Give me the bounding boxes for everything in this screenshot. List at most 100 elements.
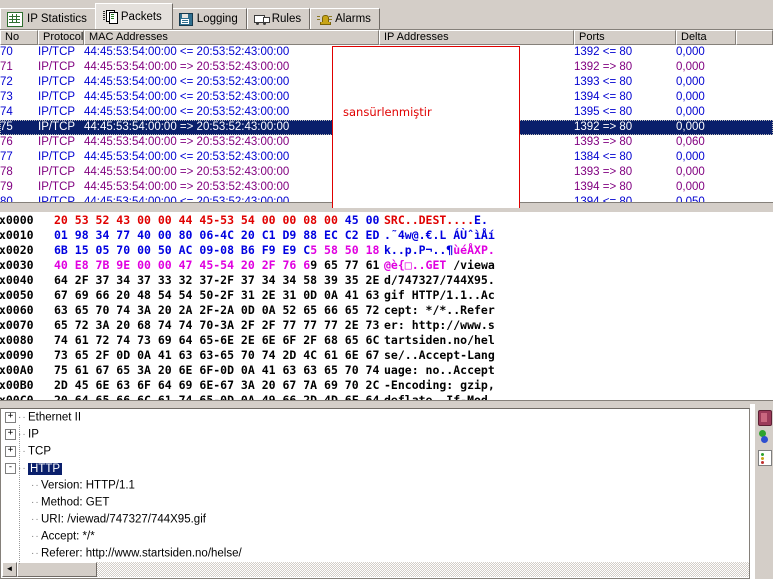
tree-node[interactable]: ··Referer: http://www.startsiden.no/hels… bbox=[1, 545, 749, 562]
hex-offset: 0x0030 bbox=[0, 258, 34, 272]
tree-connector-icon: ·· bbox=[31, 514, 40, 525]
packet-ports: 1395 <= 80 bbox=[574, 106, 633, 118]
hex-bytes: 67 69 66 20 48 54 54 50-2F 31 2E 31 0D 0… bbox=[54, 288, 380, 302]
packet-delta: 0,060 bbox=[676, 136, 705, 148]
grid-icon bbox=[7, 11, 23, 27]
traffic-light-icon bbox=[758, 450, 772, 466]
tree-node[interactable]: + ··TCP bbox=[1, 443, 749, 460]
column-header-ip-addresses[interactable]: IP Addresses bbox=[379, 30, 574, 45]
scroll-trough[interactable] bbox=[97, 562, 749, 577]
tree-node[interactable]: ··Accept: */* bbox=[1, 528, 749, 545]
tab-logging[interactable]: Logging bbox=[171, 8, 247, 29]
floppy-icon bbox=[178, 12, 193, 26]
expand-icon[interactable]: + bbox=[5, 412, 16, 423]
hex-bytes: 74 61 72 74 73 69 64 65-6E 2E 6E 6F 2F 6… bbox=[54, 333, 380, 347]
tree-node[interactable]: ··Version: HTTP/1.1 bbox=[1, 477, 749, 494]
tree-connector-icon: ·· bbox=[31, 480, 40, 491]
tree-node[interactable]: - ·· HTTP bbox=[1, 460, 749, 477]
hex-offset: 0x0070 bbox=[0, 318, 34, 332]
column-header-mac-addresses[interactable]: MAC Addresses bbox=[84, 30, 379, 45]
tree-connector-icon: ·· bbox=[18, 412, 27, 423]
tree-node[interactable]: + ··Ethernet II bbox=[1, 409, 749, 426]
hex-dump-row: 0x00A0 75 61 67 65 3A 20 6E 6F-0D 0A 41 6… bbox=[0, 363, 773, 378]
packet-ports: 1392 => 80 bbox=[574, 121, 633, 133]
packet-delta: 0,000 bbox=[676, 61, 705, 73]
hex-offset: 0x0090 bbox=[0, 348, 34, 362]
hex-bytes: 63 65 70 74 3A 20 2A 2F-2A 0D 0A 52 65 6… bbox=[54, 303, 380, 317]
packet-protocol: IP/TCP bbox=[38, 121, 76, 133]
tree-guide-line bbox=[19, 425, 20, 565]
hex-dump-row: 0x0090 73 65 2F 0D 0A 41 63 63-65 70 74 2… bbox=[0, 348, 773, 363]
hex-dump-pane[interactable]: 0x0000 20 53 52 43 00 00 44 45-53 54 00 0… bbox=[0, 212, 773, 405]
tree-node[interactable]: ··Method: GET bbox=[1, 494, 749, 511]
tree-node[interactable]: + ··IP bbox=[1, 426, 749, 443]
packet-no: 77 bbox=[0, 151, 13, 163]
hex-ascii: gif HTTP/1.1..Ac bbox=[384, 288, 495, 302]
tab-alarms[interactable]: Alarms bbox=[310, 8, 380, 29]
tab-packets[interactable]: Packets bbox=[94, 3, 173, 29]
packet-delta: 0,000 bbox=[676, 76, 705, 88]
packet-delta: 0,000 bbox=[676, 181, 705, 193]
tab-ip-statistics[interactable]: IP Statistics bbox=[0, 8, 96, 29]
packet-no: 70 bbox=[0, 46, 13, 58]
hex-offset: 0x00A0 bbox=[0, 363, 34, 377]
column-header-protocol[interactable]: Protocol bbox=[38, 30, 84, 45]
packet-delta: 0,000 bbox=[676, 91, 705, 103]
packet-list[interactable]: No Protocol MAC Addresses IP Addresses Ports… bbox=[0, 30, 773, 208]
tree-node-label: IP bbox=[28, 428, 39, 441]
hex-bytes: 64 2F 37 34 37 33 32 37-2F 37 34 34 58 3… bbox=[54, 273, 380, 287]
packet-ports: 1393 => 80 bbox=[574, 136, 633, 148]
packet-delta: 0,000 bbox=[676, 121, 705, 133]
tab-bar: IP Statistics Packets Logging Rules Alar… bbox=[0, 0, 773, 30]
column-header-no[interactable]: No bbox=[0, 30, 38, 45]
packet-protocol: IP/TCP bbox=[38, 106, 76, 118]
hex-dump-row: 0x0000 20 53 52 43 00 00 44 45-53 54 00 0… bbox=[0, 213, 773, 228]
packet-protocol: IP/TCP bbox=[38, 61, 76, 73]
expand-icon[interactable]: + bbox=[5, 429, 16, 440]
edge-stripe bbox=[750, 404, 755, 579]
censor-label: sansürlenmiştir bbox=[343, 105, 432, 119]
packet-ports: 1393 => 80 bbox=[574, 166, 633, 178]
hex-ascii: SRC..DEST....E. bbox=[384, 213, 488, 227]
protocol-tree-nodes[interactable]: + ··Ethernet II + ··IP + ··TCP - ·· HTTP ··Versio… bbox=[1, 409, 749, 578]
hex-offset: 0x00B0 bbox=[0, 378, 34, 392]
packet-no: 72 bbox=[0, 76, 13, 88]
hex-bytes: 01 98 34 77 40 00 80 06-4C 20 C1 D9 88 E… bbox=[54, 228, 380, 242]
packet-delta: 0,000 bbox=[676, 106, 705, 118]
hex-bytes: 65 72 3A 20 68 74 74 70-3A 2F 2F 77 77 7… bbox=[54, 318, 380, 332]
collapse-icon[interactable]: - bbox=[5, 463, 16, 474]
hex-dump-row: 0x0050 67 69 66 20 48 54 54 50-2F 31 2E 3… bbox=[0, 288, 773, 303]
hex-bytes: 75 61 67 65 3A 20 6E 6F-0D 0A 41 63 63 6… bbox=[54, 363, 380, 377]
tree-node[interactable]: ··URI: /viewad/747327/744X95.gif bbox=[1, 511, 749, 528]
database-icon bbox=[758, 410, 772, 426]
packet-no: 74 bbox=[0, 106, 13, 118]
packet-delta: 0,000 bbox=[676, 166, 705, 178]
hex-bytes: 40 E8 7B 9E 00 00 47 45-54 20 2F 76 69 6… bbox=[54, 258, 380, 272]
hex-offset: 0x0080 bbox=[0, 333, 34, 347]
hex-ascii: cept: */*..Refer bbox=[384, 303, 495, 317]
protocol-tree-pane[interactable]: + ··Ethernet II + ··IP + ··TCP - ·· HTTP ··Versio… bbox=[0, 408, 750, 579]
column-header-ports[interactable]: Ports bbox=[574, 30, 676, 45]
hex-dump-row: 0x0040 64 2F 37 34 37 33 32 37-2F 37 34 3… bbox=[0, 273, 773, 288]
packet-no: 76 bbox=[0, 136, 13, 148]
tab-label: Logging bbox=[196, 13, 238, 25]
hex-bytes: 20 53 52 43 00 00 44 45-53 54 00 00 08 0… bbox=[54, 213, 380, 227]
hex-ascii: er: http://www.s bbox=[384, 318, 495, 332]
hex-ascii: .˜4w@.€.L ÁÙˆìÅí bbox=[384, 228, 495, 242]
packet-no: 75 bbox=[0, 121, 13, 133]
tree-node-label: Method: GET bbox=[41, 496, 110, 509]
hex-offset: 0x0050 bbox=[0, 288, 34, 302]
bell-icon bbox=[317, 13, 333, 26]
scroll-left-button[interactable]: ◄ bbox=[2, 562, 17, 577]
expand-icon[interactable]: + bbox=[5, 446, 16, 457]
tree-horizontal-scrollbar[interactable]: ◄ bbox=[2, 562, 749, 577]
hex-ascii: uage: no..Accept bbox=[384, 363, 495, 377]
scroll-thumb[interactable] bbox=[17, 562, 97, 577]
tree-connector-icon: ·· bbox=[31, 531, 40, 542]
tab-strip: IP Statistics Packets Logging Rules Alar… bbox=[0, 3, 380, 29]
packet-no: 71 bbox=[0, 61, 13, 73]
column-header-delta[interactable]: Delta bbox=[676, 30, 736, 45]
tab-rules[interactable]: Rules bbox=[246, 8, 311, 29]
hex-ascii: k..p.P¬..¶ùéÅXP. bbox=[384, 243, 495, 257]
packet-ports: 1393 <= 80 bbox=[574, 76, 633, 88]
